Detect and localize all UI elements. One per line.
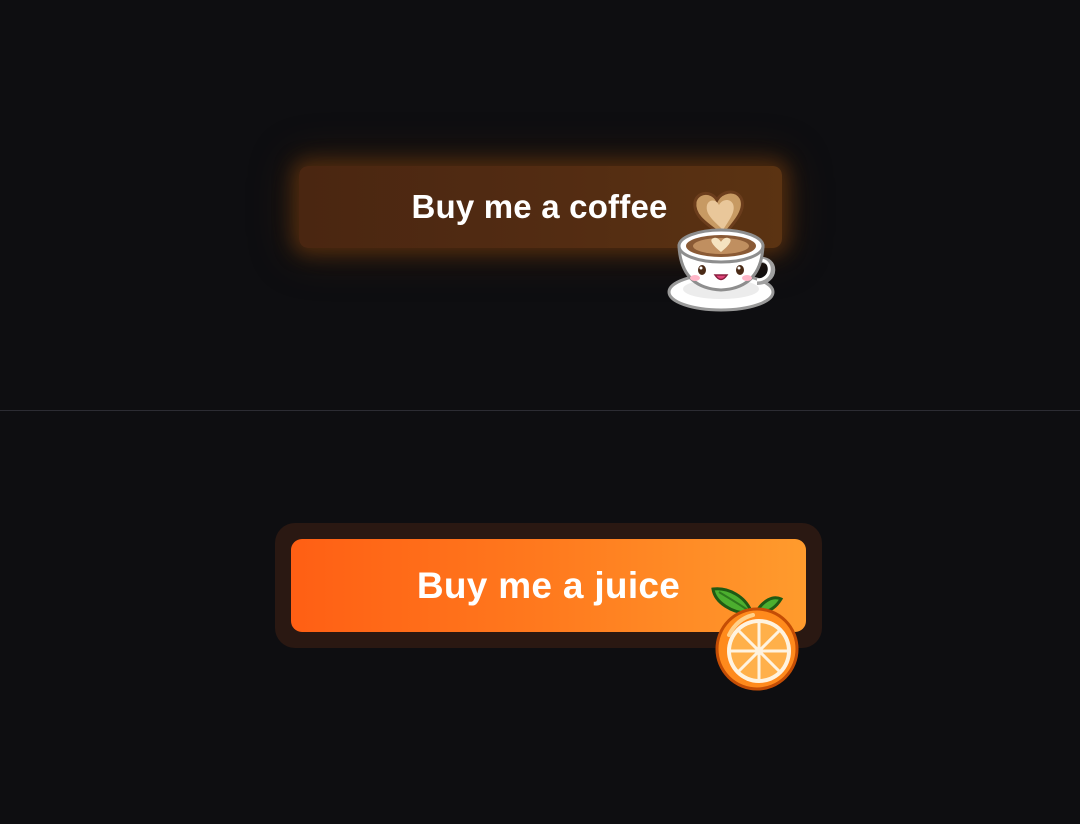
- buy-juice-label: Buy me a juice: [416, 564, 681, 606]
- juice-button-container: Buy me a juice: [275, 523, 822, 691]
- coffee-button-container: Buy me a coffee: [299, 166, 782, 312]
- page: Buy me a coffee Buy me a juice: [0, 0, 1080, 824]
- coffee-cup-icon: [667, 190, 776, 312]
- section-divider: [0, 410, 1080, 411]
- orange-icon: [711, 587, 799, 691]
- buy-coffee-label: Buy me a coffee: [411, 188, 668, 225]
